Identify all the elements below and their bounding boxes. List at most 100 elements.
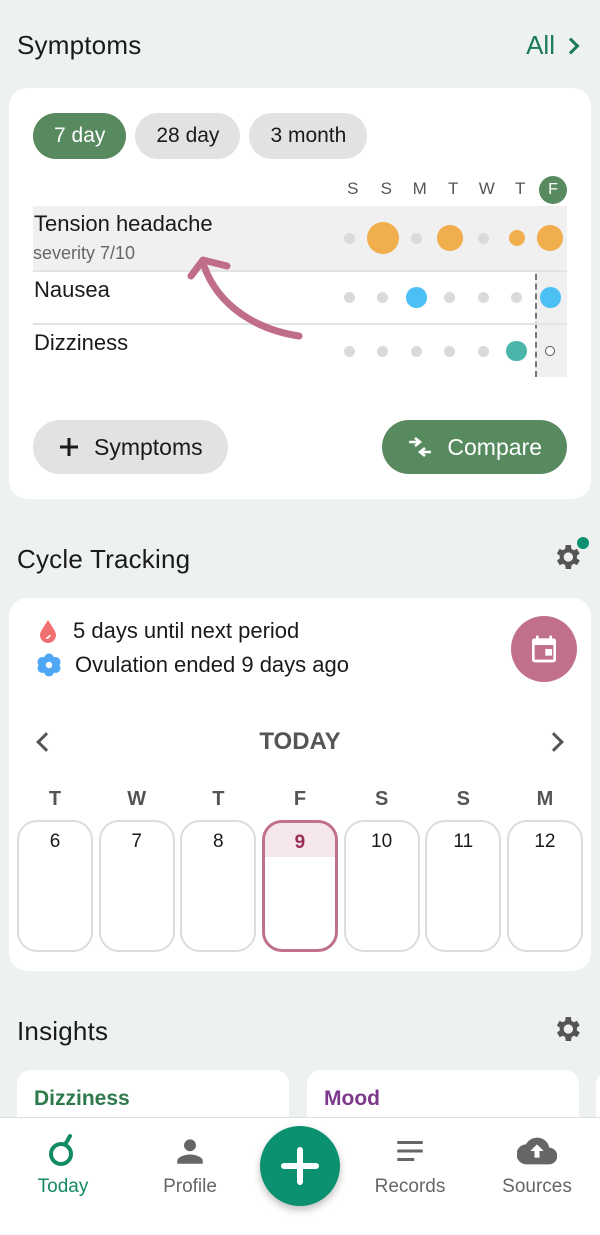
no-entry-dot[interactable] xyxy=(410,232,422,244)
nav-sources-label: Sources xyxy=(502,1176,572,1197)
day-cell[interactable]: 9 xyxy=(261,820,338,952)
weekday-label: S xyxy=(380,179,392,198)
weekday-label: W xyxy=(127,788,147,810)
nav-profile[interactable]: Profile xyxy=(135,1134,245,1198)
no-entry-dot[interactable] xyxy=(477,232,489,244)
weekday-label: S xyxy=(347,179,359,198)
weekday-label: F xyxy=(539,176,567,204)
week-strip: T 6 W 7 T 8 F 9 S 10 S 11 M 12 xyxy=(17,788,583,952)
compare-button[interactable]: Compare xyxy=(382,420,567,474)
symptom-entry-dot[interactable] xyxy=(537,225,564,251)
calendar-day[interactable]: T8 xyxy=(180,788,257,952)
add-entry-button[interactable] xyxy=(260,1126,340,1206)
no-entry-dot[interactable] xyxy=(343,232,355,244)
day-cell[interactable]: 6 xyxy=(17,820,93,952)
no-entry-dot[interactable] xyxy=(343,345,355,357)
day-number: 11 xyxy=(453,831,474,852)
no-entry-dot[interactable] xyxy=(477,292,489,303)
day-number: 9 xyxy=(264,823,335,857)
no-entry-dot[interactable] xyxy=(377,292,389,303)
calendar-day[interactable]: S 10 xyxy=(343,788,420,952)
cycle-header: Cycle Tracking xyxy=(17,537,589,578)
chevron-right-icon[interactable] xyxy=(544,732,564,752)
symptom-entry-dot[interactable] xyxy=(366,222,399,254)
all-symptoms-link[interactable]: All xyxy=(526,30,583,61)
nav-sources[interactable]: Sources xyxy=(482,1134,592,1198)
flower-icon xyxy=(37,653,61,677)
weekday-label: T xyxy=(448,179,459,198)
week-navigation: TODAY xyxy=(33,728,567,756)
day-number: 8 xyxy=(213,831,224,852)
plus-icon xyxy=(281,1147,319,1185)
no-entry-dot[interactable] xyxy=(444,345,456,357)
day-cell[interactable]: 12 xyxy=(506,820,583,952)
day-cell[interactable]: 10 xyxy=(343,820,420,952)
notification-dot xyxy=(577,537,589,549)
cycle-card: 5 days until next period Ovulation ended… xyxy=(9,598,591,971)
tab-3-month[interactable]: 3 month xyxy=(249,113,368,159)
cloud-upload-icon xyxy=(517,1137,557,1165)
day-number: 7 xyxy=(131,831,142,852)
symptoms-title: Symptoms xyxy=(17,30,142,60)
records-icon xyxy=(397,1140,423,1162)
insight-title: Dizziness xyxy=(34,1087,130,1110)
today-icon xyxy=(49,1134,73,1166)
tab-7-day[interactable]: 7 day xyxy=(33,113,127,159)
no-entry-dot[interactable] xyxy=(511,292,523,303)
no-entry-dot[interactable] xyxy=(343,292,355,303)
plus-icon xyxy=(60,438,78,456)
empty-entry-dot[interactable] xyxy=(545,346,556,356)
cycle-settings-button[interactable] xyxy=(551,537,589,578)
blood-drop-icon xyxy=(40,620,56,643)
calendar-icon xyxy=(532,635,556,663)
weekday-label: T xyxy=(48,788,62,810)
calendar-day[interactable]: M 12 xyxy=(506,788,583,952)
symptom-entry-dot[interactable] xyxy=(405,287,427,308)
compare-label: Compare xyxy=(447,433,542,460)
nav-records-label: Records xyxy=(374,1176,446,1197)
no-entry-dot[interactable] xyxy=(410,345,422,357)
day-cell[interactable]: 7 xyxy=(98,820,175,952)
chevron-left-icon[interactable] xyxy=(36,732,56,752)
day-cell[interactable]: 11 xyxy=(425,820,502,952)
weekday-header: SSMTWTF xyxy=(336,176,567,204)
day-number: 6 xyxy=(49,831,61,852)
symptom-entry-dot[interactable] xyxy=(506,340,528,362)
next-period-text: 5 days until next period xyxy=(73,618,300,643)
next-period-line: 5 days until next period xyxy=(37,618,299,644)
nav-profile-label: Profile xyxy=(163,1176,217,1197)
calendar-day[interactable]: W7 xyxy=(98,788,175,952)
calendar-day[interactable]: S 11 xyxy=(425,788,502,952)
tab-28-day[interactable]: 28 day xyxy=(135,113,241,159)
symptom-entry-dot[interactable] xyxy=(508,230,525,246)
no-entry-dot[interactable] xyxy=(377,345,389,357)
symptoms-card: 7 day 28 day 3 month SSMTWTF Tension hea… xyxy=(9,88,591,499)
insights-header: Insights xyxy=(17,1013,583,1050)
day-number: 12 xyxy=(534,831,556,852)
no-entry-dot[interactable] xyxy=(477,345,489,357)
all-link-label: All xyxy=(526,30,555,60)
calendar-day[interactable]: F9 xyxy=(261,788,338,952)
insights-settings-button[interactable] xyxy=(551,1013,583,1050)
person-icon xyxy=(177,1139,203,1164)
symptom-entry-dot[interactable] xyxy=(436,225,463,251)
weekday-label: W xyxy=(478,179,495,198)
calendar-day[interactable]: T6 xyxy=(17,788,93,952)
symptom-entry-dot[interactable] xyxy=(539,287,561,308)
nav-today[interactable]: Today xyxy=(8,1134,118,1198)
add-symptoms-label: Symptoms xyxy=(94,433,203,460)
cycle-title: Cycle Tracking xyxy=(17,544,191,574)
nav-records[interactable]: Records xyxy=(355,1134,465,1198)
gear-icon xyxy=(556,1017,580,1041)
calendar-button[interactable] xyxy=(511,616,577,682)
chevron-right-icon xyxy=(562,37,580,54)
add-symptoms-button[interactable]: Symptoms xyxy=(33,420,228,474)
weekday-label: T xyxy=(515,179,526,198)
week-title: TODAY xyxy=(259,728,341,755)
day-cell[interactable]: 8 xyxy=(180,820,257,952)
weekday-label: M xyxy=(412,179,427,198)
weekday-label: S xyxy=(456,788,470,810)
no-entry-dot[interactable] xyxy=(444,292,456,303)
day-number: 10 xyxy=(371,831,393,852)
bottom-navigation: Today Profile Records Sources xyxy=(0,1117,600,1235)
